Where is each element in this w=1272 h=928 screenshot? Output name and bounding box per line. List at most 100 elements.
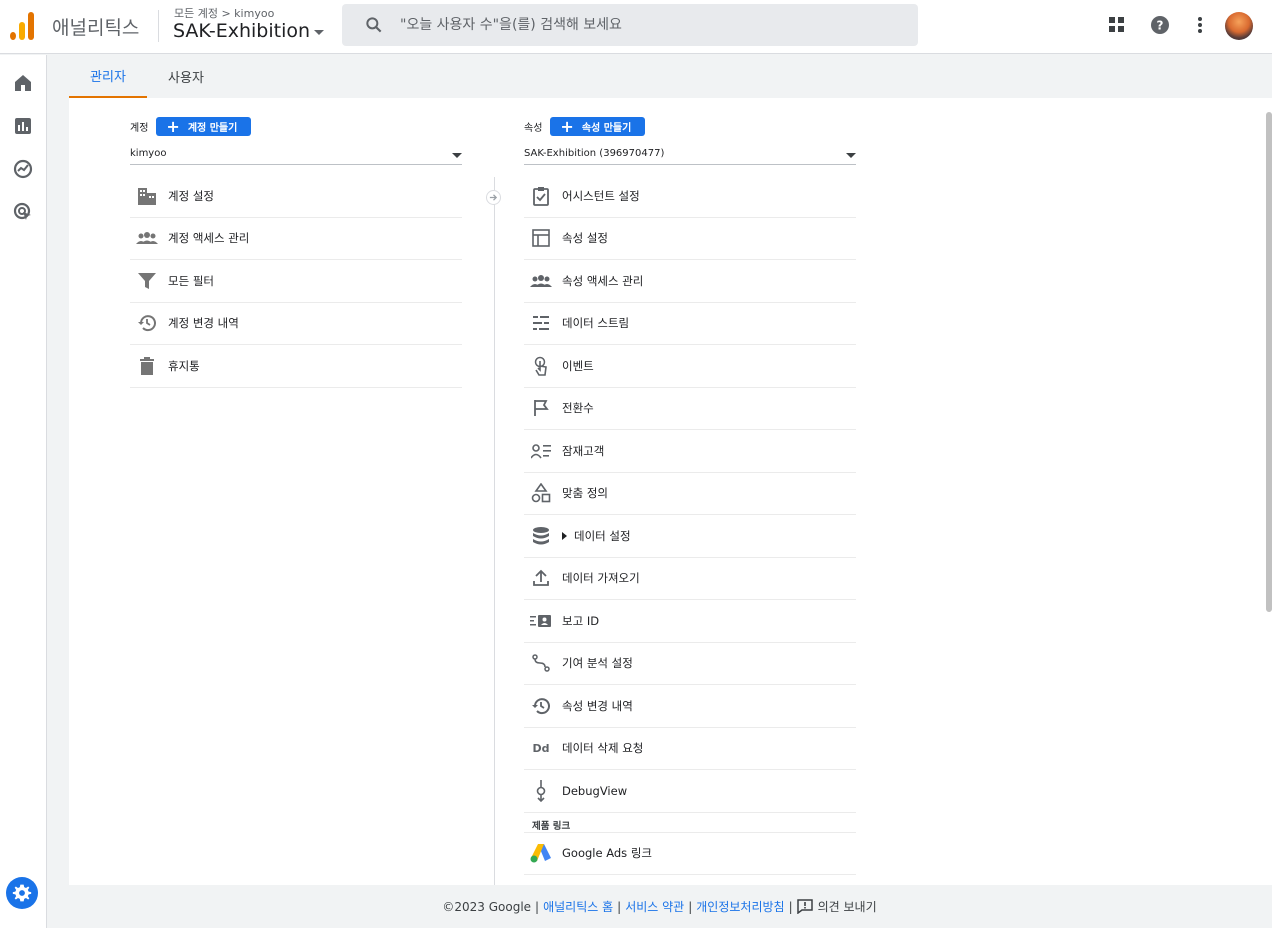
- column-divider: [494, 177, 495, 885]
- menu-label: 이벤트: [562, 358, 594, 373]
- header-divider: [158, 10, 159, 42]
- menu-label: 데이터 설정: [574, 528, 631, 543]
- menu-property-access[interactable]: 속성 액세스 관리: [524, 260, 856, 303]
- home-icon[interactable]: [12, 72, 34, 94]
- menu-reporting-identity[interactable]: 보고 ID: [524, 600, 856, 643]
- scrollbar[interactable]: [1266, 112, 1272, 612]
- page-footer: ©2023 Google | 애널리틱스 홈 | 서비스 약관 | 개인정보처리…: [47, 885, 1272, 928]
- more-vert-icon[interactable]: [1189, 14, 1211, 36]
- explore-icon[interactable]: [12, 158, 34, 180]
- create-property-button[interactable]: + 속성 만들기: [550, 116, 646, 136]
- menu-label: 잠재고객: [562, 443, 605, 458]
- menu-property-change-history[interactable]: 속성 변경 내역: [524, 685, 856, 728]
- menu-label: 속성 변경 내역: [562, 698, 633, 713]
- menu-label: 모든 필터: [168, 273, 214, 288]
- footer-link-analytics-home[interactable]: 애널리틱스 홈: [543, 898, 613, 915]
- property-picker[interactable]: SAK-Exhibition: [173, 20, 325, 42]
- menu-label: 데이터 가져오기: [562, 571, 640, 586]
- tab-user[interactable]: 사용자: [147, 55, 225, 98]
- menu-label: 기여 분석 설정: [562, 656, 633, 671]
- plus-icon: +: [560, 116, 574, 136]
- property-name: SAK-Exhibition: [173, 20, 311, 42]
- account-selector[interactable]: kimyoo: [130, 143, 462, 165]
- menu-trash[interactable]: 휴지통: [130, 345, 462, 388]
- touch-icon: [530, 355, 552, 377]
- footer-separator: |: [535, 899, 540, 914]
- property-column-header: 속성 + 속성 만들기: [524, 116, 646, 136]
- menu-label: 계정 설정: [168, 188, 214, 203]
- tab-admin[interactable]: 관리자: [69, 55, 147, 98]
- menu-label: 데이터 스트림: [562, 316, 630, 331]
- search-bar[interactable]: [342, 4, 918, 46]
- menu-label: 보고 ID: [562, 613, 600, 628]
- menu-attribution-settings[interactable]: 기여 분석 설정: [524, 643, 856, 685]
- layout-icon: [530, 227, 552, 249]
- history-icon: [136, 312, 158, 334]
- menu-label: DebugView: [562, 783, 628, 798]
- search-input[interactable]: [400, 17, 880, 33]
- svg-text:?: ?: [1157, 19, 1164, 33]
- property-label: 속성: [524, 123, 543, 134]
- menu-data-deletion-requests[interactable]: Dd 데이터 삭제 요청: [524, 728, 856, 770]
- account-menu: 계정 설정 계정 액세스 관리 모든 필터 계정 변경 내역 휴지통: [130, 175, 462, 388]
- search-icon: [366, 17, 382, 33]
- menu-events[interactable]: 이벤트: [524, 345, 856, 388]
- menu-data-streams[interactable]: 데이터 스트림: [524, 303, 856, 345]
- property-selector[interactable]: SAK-Exhibition (396970477): [524, 143, 856, 165]
- menu-data-settings[interactable]: 데이터 설정: [524, 515, 856, 558]
- create-property-label: 속성 만들기: [581, 123, 632, 134]
- menu-account-access[interactable]: 계정 액세스 관리: [130, 218, 462, 260]
- menu-conversions[interactable]: 전환수: [524, 388, 856, 430]
- database-icon: [530, 525, 552, 547]
- menu-account-settings[interactable]: 계정 설정: [130, 175, 462, 218]
- menu-property-settings[interactable]: 속성 설정: [524, 218, 856, 260]
- menu-setup-assistant[interactable]: 어시스턴트 설정: [524, 175, 856, 218]
- help-icon[interactable]: ?: [1149, 14, 1171, 36]
- menu-label: 계정 변경 내역: [168, 316, 239, 331]
- chevron-down-icon: [846, 152, 856, 158]
- debug-icon: [530, 779, 552, 802]
- footer-separator: |: [688, 899, 693, 914]
- menu-custom-definitions[interactable]: 맞춤 정의: [524, 473, 856, 515]
- create-account-label: 계정 만들기: [187, 123, 238, 134]
- menu-google-ads-links[interactable]: Google Ads 링크: [524, 833, 856, 875]
- menu-data-import[interactable]: 데이터 가져오기: [524, 558, 856, 600]
- menu-label: 맞춤 정의: [562, 486, 608, 501]
- id-card-icon: [530, 610, 552, 632]
- flag-icon: [530, 397, 552, 419]
- menu-label: 속성 설정: [562, 231, 608, 246]
- account-column-header: 계정 + 계정 만들기: [130, 117, 252, 136]
- reports-icon[interactable]: [12, 115, 34, 137]
- menu-all-filters[interactable]: 모든 필터: [130, 260, 462, 303]
- send-feedback-button[interactable]: 의견 보내기: [796, 898, 877, 915]
- admin-settings-button[interactable]: [6, 877, 38, 909]
- advertising-icon[interactable]: [12, 201, 34, 223]
- trash-icon: [136, 355, 158, 377]
- breadcrumb[interactable]: 모든 계정 > kimyoo: [174, 5, 274, 21]
- history-icon: [530, 695, 552, 717]
- app-name[interactable]: 애널리틱스: [52, 13, 139, 40]
- create-account-button[interactable]: + 계정 만들기: [156, 117, 252, 136]
- avatar[interactable]: [1225, 12, 1253, 40]
- caret-right-icon[interactable]: [562, 531, 567, 540]
- menu-label: 데이터 삭제 요청: [562, 741, 644, 756]
- menu-audiences[interactable]: 잠재고객: [524, 430, 856, 473]
- apps-grid-icon[interactable]: [1106, 14, 1128, 36]
- dd-icon: Dd: [532, 741, 550, 755]
- account-selected: kimyoo: [130, 148, 167, 159]
- google-ads-icon: [530, 842, 552, 864]
- arrow-right-icon: [486, 190, 501, 205]
- analytics-logo-icon[interactable]: [10, 12, 36, 40]
- stream-icon: [530, 312, 552, 334]
- feedback-label: 의견 보내기: [817, 900, 877, 914]
- footer-link-privacy[interactable]: 개인정보처리방침: [696, 898, 784, 915]
- admin-tabs: 관리자 사용자: [69, 55, 1272, 98]
- menu-label: 어시스턴트 설정: [562, 188, 640, 203]
- audience-icon: [530, 440, 552, 462]
- menu-account-change-history[interactable]: 계정 변경 내역: [130, 303, 462, 345]
- menu-debugview[interactable]: DebugView: [524, 770, 856, 813]
- upload-icon: [530, 567, 552, 589]
- left-nav-rail: [0, 55, 47, 928]
- footer-link-terms[interactable]: 서비스 약관: [625, 898, 684, 915]
- property-menu: 어시스턴트 설정 속성 설정 속성 액세스 관리 데이터 스트림 이벤트 전환수…: [524, 175, 856, 875]
